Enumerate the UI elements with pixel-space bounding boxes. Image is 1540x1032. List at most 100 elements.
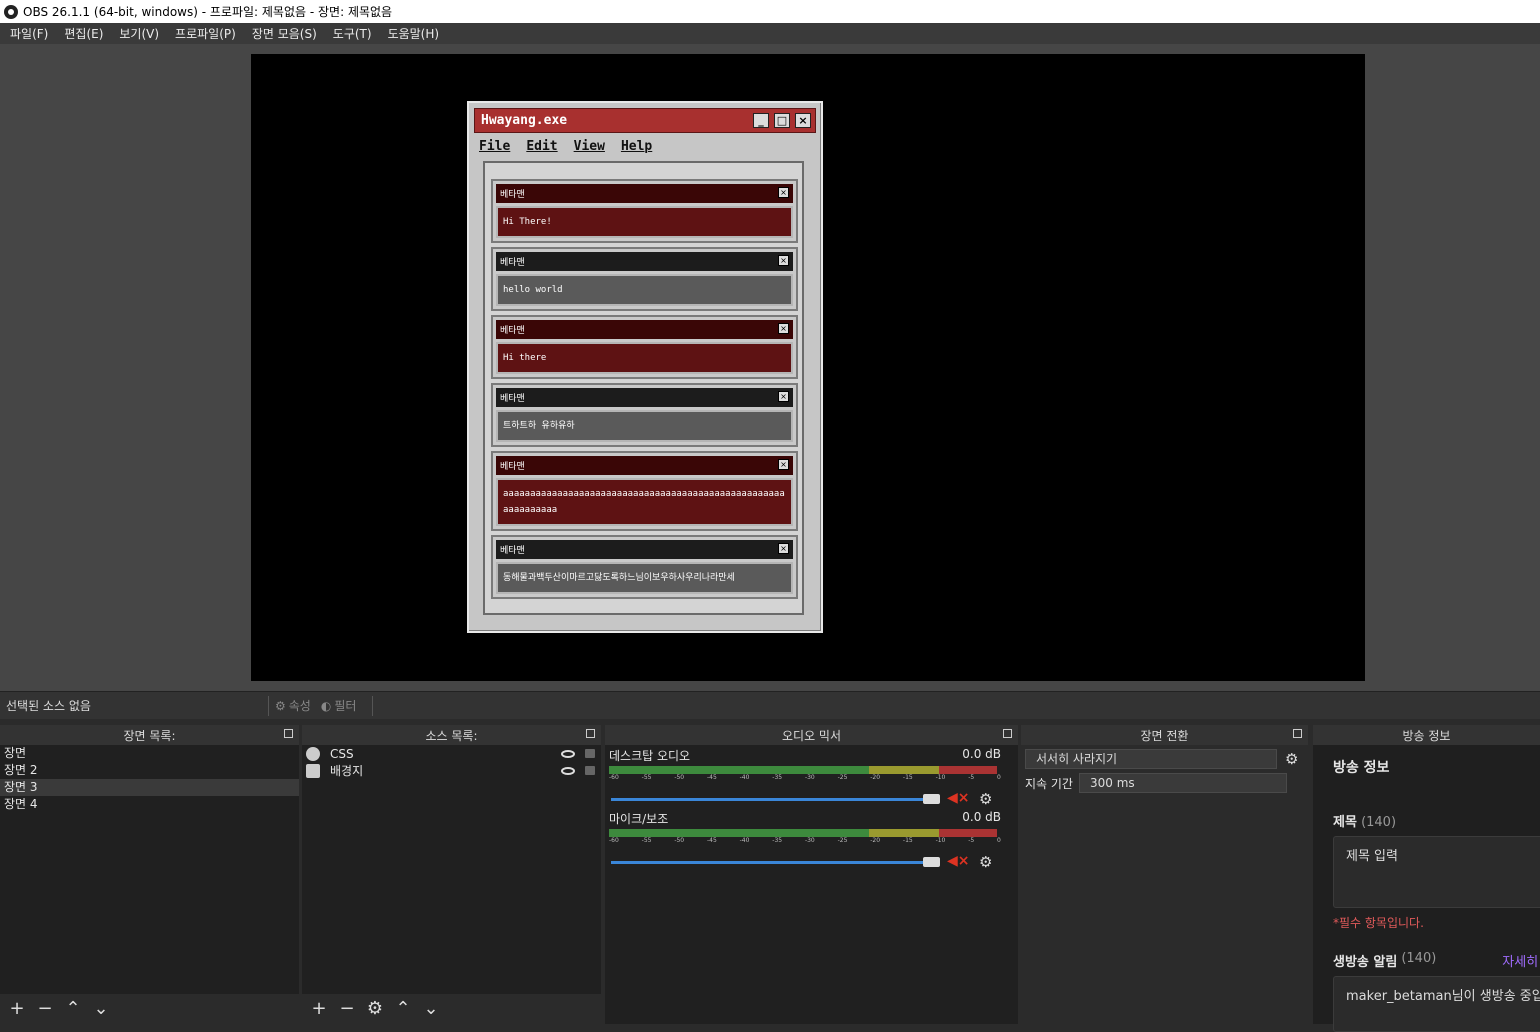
volume-slider[interactable]: ◀× ⚙ — [609, 790, 1001, 810]
sources-header: 소스 목록: — [302, 725, 601, 745]
maximize-icon: □ — [774, 113, 790, 128]
menu-scene-collection[interactable]: 장면 모음(S) — [244, 25, 325, 42]
volume-slider[interactable]: ◀× ⚙ — [609, 853, 1001, 873]
channel-name: 마이크/보조 — [609, 812, 669, 826]
remove-scene-button[interactable]: − — [34, 998, 56, 1020]
broadcast-title: 방송 정보 — [1333, 760, 1390, 776]
retro-window: Hwayang.exe _ □ × File Edit View Help 베타… — [467, 101, 823, 633]
lock-icon[interactable] — [585, 749, 595, 758]
chat-user: 베타맨 × — [496, 388, 793, 407]
gear-icon: ⚙ — [275, 698, 286, 713]
float-icon[interactable] — [586, 729, 595, 738]
menu-view[interactable]: 보기(V) — [111, 25, 167, 42]
retro-menu-file: File — [479, 139, 511, 154]
chat-list: 베타맨 × Hi There! 베타맨 × hello world 베타맨 × Hi … — [483, 161, 804, 615]
menu-tools[interactable]: 도구(T) — [325, 25, 380, 42]
close-icon: × — [778, 255, 789, 266]
chat-message: 베타맨 × 동해물과백두산이마르고닳도록하느님이보우하사우리나라만세 — [491, 535, 798, 599]
gear-icon[interactable]: ⚙ — [979, 853, 992, 871]
float-icon[interactable] — [1003, 729, 1012, 738]
channel-name: 데스크탑 오디오 — [609, 749, 691, 763]
scenes-toolbar: + − ⌃ ⌄ — [0, 994, 299, 1024]
preview-canvas[interactable]: Hwayang.exe _ □ × File Edit View Help 베타… — [251, 54, 1365, 681]
remove-source-button[interactable]: − — [336, 998, 358, 1020]
duration-input[interactable]: 300 ms — [1078, 773, 1287, 793]
retro-menu: File Edit View Help — [479, 139, 652, 154]
eye-icon[interactable] — [561, 749, 575, 758]
volume-knob[interactable] — [923, 857, 940, 867]
lock-icon[interactable] — [585, 766, 595, 775]
source-settings-button[interactable]: ⚙ — [364, 998, 386, 1020]
chat-message: 베타맨 × Hi There! — [491, 179, 798, 243]
chat-user: 베타맨 × — [496, 540, 793, 559]
sources-toolbar: + − ⚙ ⌃ ⌄ — [302, 994, 601, 1024]
menu-edit[interactable]: 편집(E) — [56, 25, 111, 42]
menu-help[interactable]: 도움말(H) — [380, 25, 448, 42]
level-meter — [609, 829, 1001, 837]
close-icon: × — [778, 391, 789, 402]
close-icon: × — [778, 459, 789, 470]
scene-item[interactable]: 장면 4 — [0, 796, 299, 813]
source-item[interactable]: 배경지 — [302, 762, 601, 779]
scene-item[interactable]: 장면 2 — [0, 762, 299, 779]
broadcast-dock: 방송 정보 방송 정보 제목 (140) 제목 입력 *필수 항목입니다. 생방… — [1313, 725, 1540, 1032]
scene-item[interactable]: 장면 — [0, 745, 299, 762]
chat-message: 베타맨 × Hi there — [491, 315, 798, 379]
audio-channel: 데스크탑 오디오 0.0 dB -60 -55 -50 -45 -40 -35 -30 -25-… — [609, 747, 1001, 810]
move-up-button[interactable]: ⌃ — [62, 998, 84, 1020]
menu-file[interactable]: 파일(F) — [2, 25, 56, 42]
transition-select[interactable]: 서서히 사라지기 — [1025, 749, 1277, 769]
mixer-body: 데스크탑 오디오 0.0 dB -60 -55 -50 -45 -40 -35 -30 -25-… — [605, 745, 1018, 1024]
add-source-button[interactable]: + — [308, 998, 330, 1020]
chat-text: 동해물과백두산이마르고닳도록하느님이보우하사우리나라만세 — [496, 562, 793, 594]
details-link[interactable]: 자세히 — [1502, 951, 1538, 970]
notify-label: 생방송 알림 — [1333, 955, 1398, 970]
chat-user: 베타맨 × — [496, 184, 793, 203]
scene-item[interactable]: 장면 3 — [0, 779, 299, 796]
preview-area: Hwayang.exe _ □ × File Edit View Help 베타… — [0, 44, 1540, 691]
retro-menu-help: Help — [620, 139, 653, 154]
transitions-dock: 장면 전환 서서히 사라지기 ⚙ 지속 기간 300 ms — [1021, 725, 1308, 1024]
title-label: 제목 — [1333, 815, 1357, 830]
properties-button[interactable]: ⚙ 속성 — [275, 697, 311, 714]
move-up-button[interactable]: ⌃ — [392, 998, 414, 1020]
sources-dock: 소스 목록: CSS 배경지 + − ⚙ ⌃ ⌄ — [302, 725, 601, 1024]
retro-titlebar: Hwayang.exe _ □ × — [474, 108, 816, 133]
gear-icon[interactable]: ⚙ — [1285, 750, 1298, 768]
add-scene-button[interactable]: + — [6, 998, 28, 1020]
filter-icon: ◐ — [320, 698, 332, 713]
channel-db: 0.0 dB — [962, 810, 1001, 824]
audio-mixer-dock: 오디오 믹서 데스크탑 오디오 0.0 dB -60 -55 -50 -45 -40 -35… — [605, 725, 1018, 1024]
scenes-dock: 장면 목록: 장면 장면 2 장면 3 장면 4 + − ⌃ ⌄ — [0, 725, 299, 1024]
eye-icon[interactable] — [561, 766, 575, 775]
volume-knob[interactable] — [923, 794, 940, 804]
meter-ticks: -60 -55 -50 -45 -40 -35 -30 -25 -20 -15 -10 -5 0 — [609, 774, 1001, 781]
move-down-button[interactable]: ⌄ — [90, 998, 112, 1020]
float-icon[interactable] — [1293, 729, 1302, 738]
move-down-button[interactable]: ⌄ — [420, 998, 442, 1020]
selected-source-label: 선택된 소스 없음 — [6, 699, 91, 713]
scenes-list: 장면 장면 2 장면 3 장면 4 — [0, 745, 299, 994]
chat-message: 베타맨 × hello world — [491, 247, 798, 311]
close-icon: × — [778, 543, 789, 554]
minimize-icon: _ — [753, 113, 769, 128]
source-item[interactable]: CSS — [302, 745, 601, 762]
window-title: OBS 26.1.1 (64-bit, windows) - 프로파일: 제목없… — [23, 5, 393, 19]
window-titlebar: OBS 26.1.1 (64-bit, windows) - 프로파일: 제목없… — [0, 0, 1540, 23]
mute-icon[interactable]: ◀× — [947, 790, 970, 806]
chat-message: 베타맨 × aaaaaaaaaaaaaaaaaaaaaaaaaaaaaaaaaaa… — [491, 451, 798, 531]
chat-text: 트하트하 유하유하 — [496, 410, 793, 442]
chat-text: Hi There! — [496, 206, 793, 238]
title-count: (140) — [1361, 815, 1397, 830]
mixer-header: 오디오 믹서 — [605, 725, 1018, 745]
mute-icon[interactable]: ◀× — [947, 853, 970, 869]
close-icon: × — [795, 113, 811, 128]
filters-button[interactable]: ◐ 필터 — [321, 697, 357, 714]
float-icon[interactable] — [284, 729, 293, 738]
menubar: 파일(F) 편집(E) 보기(V) 프로파일(P) 장면 모음(S) 도구(T)… — [0, 23, 1540, 44]
title-input[interactable]: 제목 입력 — [1333, 836, 1540, 908]
menu-profile[interactable]: 프로파일(P) — [167, 25, 244, 42]
obs-logo-icon — [4, 4, 18, 19]
gear-icon[interactable]: ⚙ — [979, 790, 992, 808]
notify-count: (140) — [1401, 951, 1437, 966]
